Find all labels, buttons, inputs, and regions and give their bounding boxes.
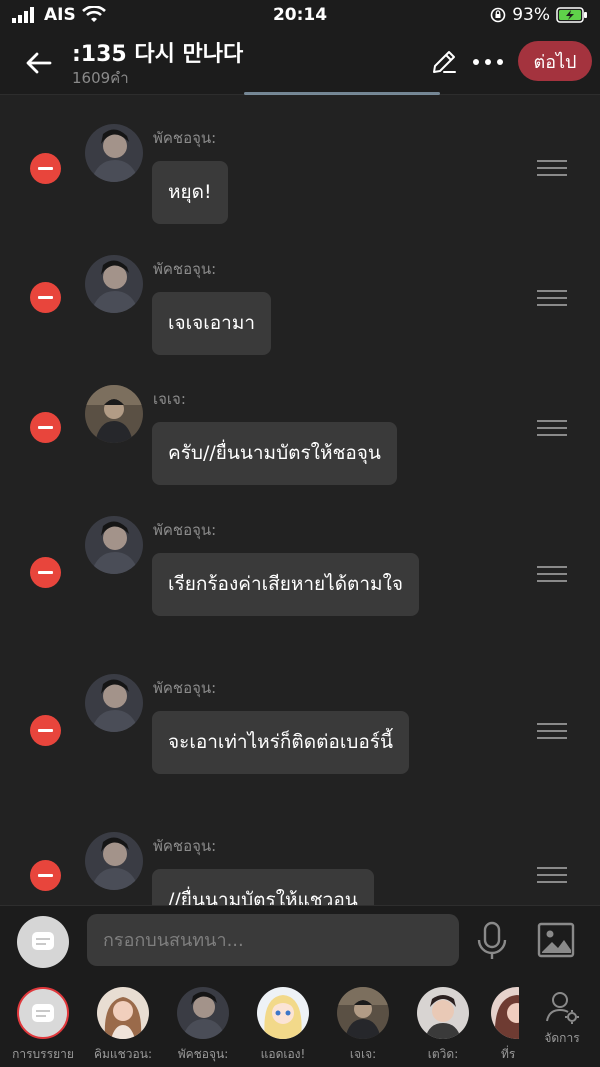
drag-handle-icon[interactable]	[537, 566, 567, 584]
word-count: 1609คำ	[72, 69, 129, 87]
rotation-lock-icon	[490, 7, 506, 23]
character-item[interactable]: แอดเอง!	[243, 987, 323, 1064]
message-bubble[interactable]: //ยื่นนามบัตรให้แชวอน	[152, 869, 374, 905]
character-item[interactable]: พัคชอจุน:	[163, 987, 243, 1064]
character-label: เจเจ:	[349, 1047, 377, 1061]
character-label: การบรรยาย	[12, 1047, 74, 1061]
delete-message-button[interactable]	[30, 153, 61, 184]
drag-handle-icon[interactable]	[537, 290, 567, 308]
status-bar: AIS 20:14 93%	[0, 0, 600, 32]
avatar	[85, 255, 143, 313]
manage-label: จัดการ	[544, 1031, 580, 1045]
drag-handle-icon[interactable]	[537, 867, 567, 885]
character-item[interactable]: คิมแชวอน:	[83, 987, 163, 1064]
character-item[interactable]: เตวิด:	[403, 987, 483, 1064]
avatar	[85, 516, 143, 574]
delete-message-button[interactable]	[30, 412, 61, 443]
character-item[interactable]: เจเจ:	[323, 987, 403, 1064]
scroll-indicator	[244, 92, 440, 95]
nav-bar: :135 다시 만나다 1609คำ ต่อไป	[0, 32, 600, 95]
next-button[interactable]: ต่อไป	[518, 41, 592, 81]
drag-handle-icon[interactable]	[537, 420, 567, 438]
character-narration[interactable]: การบรรยาย	[3, 987, 83, 1064]
avatar	[417, 987, 469, 1039]
microphone-icon[interactable]	[472, 920, 512, 962]
speaker-name: พัคชอจุน:	[153, 260, 217, 278]
character-label: เตวิด:	[427, 1047, 459, 1061]
message-row: พัคชอจุน: //ยื่นนามบัตรให้แชวอน	[0, 832, 600, 905]
delete-message-button[interactable]	[30, 557, 61, 588]
avatar	[85, 674, 143, 732]
character-label: ที่ร	[501, 1047, 516, 1061]
message-bubble[interactable]: หยุด!	[152, 161, 228, 224]
pencil-icon[interactable]	[430, 48, 458, 76]
speaker-name: พัคชอจุน:	[153, 679, 217, 697]
avatar	[337, 987, 389, 1039]
avatar	[177, 987, 229, 1039]
speaker-name: เจเจ:	[153, 390, 186, 408]
chat-bubble-icon	[32, 932, 54, 950]
delete-message-button[interactable]	[30, 860, 61, 891]
battery-charging-icon	[556, 7, 587, 23]
message-bubble[interactable]: เจเจเอามา	[152, 292, 272, 355]
avatar	[85, 124, 143, 182]
avatar	[491, 987, 519, 1039]
battery-percent: 93%	[512, 5, 550, 25]
back-arrow-icon[interactable]	[22, 46, 56, 80]
speaker-name: พัคชอจุน:	[153, 521, 217, 539]
character-label: พัคชอจุน:	[177, 1047, 229, 1061]
more-options-icon[interactable]	[470, 48, 506, 76]
avatar	[257, 987, 309, 1039]
chat-input-bar	[0, 905, 600, 976]
manage-characters-button[interactable]: จัดการ	[524, 975, 600, 1067]
character-item[interactable]: ที่ร	[483, 987, 519, 1064]
chat-input[interactable]	[87, 914, 459, 966]
avatar	[85, 832, 143, 890]
image-icon[interactable]	[536, 920, 576, 960]
character-label: คิมแชวอน:	[93, 1047, 152, 1061]
narration-icon	[17, 987, 69, 1039]
speaker-name: พัคชอจุน:	[153, 837, 217, 855]
drag-handle-icon[interactable]	[537, 723, 567, 741]
page-title: :135 다시 만나다	[72, 42, 244, 67]
character-bar: การบรรยาย คิมแชวอน: พัคชอจุน: แอดเอง! เจ…	[0, 975, 600, 1067]
speaker-name: พัคชอจุน:	[153, 129, 217, 147]
message-bubble[interactable]: เรียกร้องค่าเสียหายได้ตามใจ	[152, 553, 419, 616]
narration-toggle-button[interactable]	[17, 916, 69, 968]
user-settings-icon	[546, 992, 579, 1024]
drag-handle-icon[interactable]	[537, 160, 567, 178]
delete-message-button[interactable]	[30, 715, 61, 746]
delete-message-button[interactable]	[30, 282, 61, 313]
message-bubble[interactable]: จะเอาเท่าไหร่ก็ติดต่อเบอร์นี้	[152, 711, 409, 774]
avatar	[97, 987, 149, 1039]
character-label: แอดเอง!	[260, 1047, 306, 1061]
message-bubble[interactable]: ครับ//ยื่นนามบัตรให้ชอจุน	[152, 422, 397, 485]
avatar	[85, 385, 143, 443]
